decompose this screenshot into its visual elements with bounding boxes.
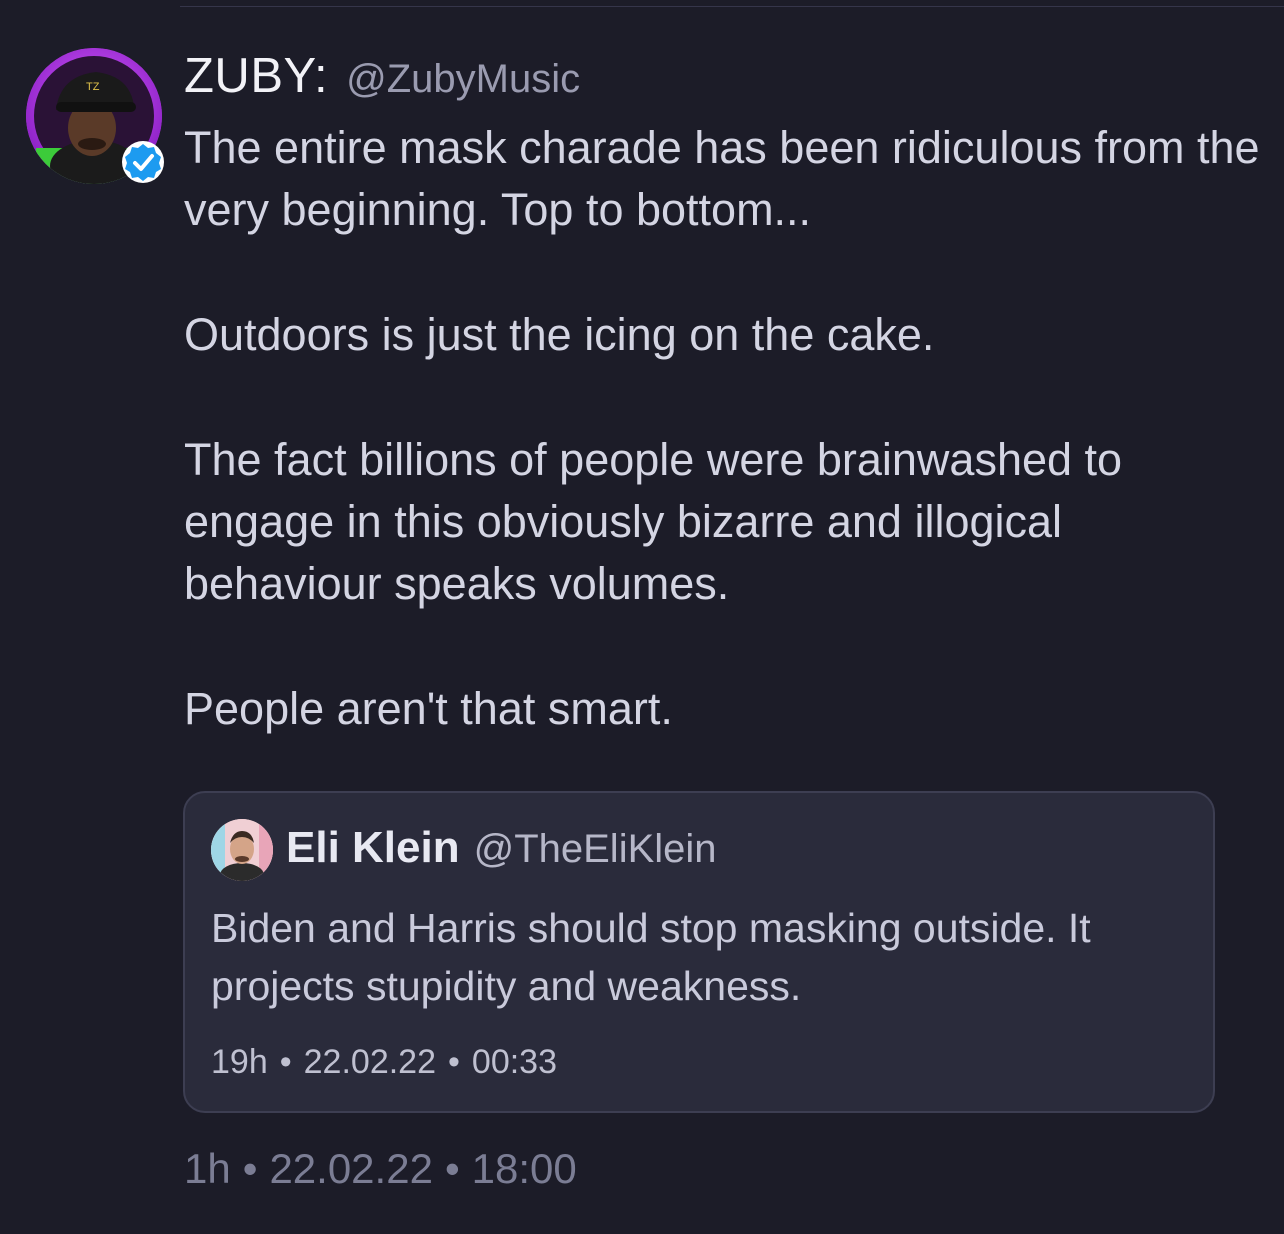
quoted-tweet-header: Eli Klein @TheEliKlein — [286, 823, 717, 879]
tweet-time: 18:00 — [471, 1145, 577, 1192]
tweet-age: 1h — [184, 1145, 231, 1192]
tweet-paragraph: Outdoors is just the icing on the cake. — [184, 309, 935, 360]
quoted-tweet-time: 00:33 — [471, 1043, 557, 1081]
tweet-body: The entire mask charade has been ridicul… — [184, 117, 1264, 740]
author-avatar-container[interactable]: TZ — [26, 48, 164, 184]
quoted-tweet-card[interactable]: Eli Klein @TheEliKlein Biden and Harris … — [183, 791, 1215, 1113]
tweet-paragraph: People aren't that smart. — [184, 683, 673, 734]
meta-separator: • — [242, 1145, 258, 1192]
quoted-author-handle[interactable]: @TheEliKlein — [474, 827, 717, 872]
tweet-paragraph: The fact billions of people were brainwa… — [184, 434, 1123, 609]
meta-separator: • — [444, 1145, 460, 1192]
top-divider — [180, 6, 1284, 7]
tweet-header: ZUBY: @ZubyMusic — [184, 48, 580, 108]
verified-badge-icon — [122, 141, 164, 183]
svg-text:TZ: TZ — [86, 81, 100, 93]
meta-separator: • — [448, 1043, 460, 1081]
quoted-author-avatar[interactable] — [211, 819, 273, 881]
author-handle[interactable]: @ZubyMusic — [346, 57, 580, 102]
tweet-paragraph: The entire mask charade has been ridicul… — [184, 122, 1260, 235]
quoted-tweet-age: 19h — [211, 1043, 268, 1081]
quoted-tweet-date: 22.02.22 — [303, 1043, 436, 1081]
quoted-tweet-text: Biden and Harris should stop masking out… — [211, 905, 1091, 1009]
tweet-date: 22.02.22 — [269, 1145, 433, 1192]
meta-separator: • — [279, 1043, 292, 1081]
quoted-tweet-meta: 19h • 22.02.22 • 00:33 — [211, 1043, 557, 1082]
author-name[interactable]: ZUBY: — [184, 48, 328, 104]
tweet-meta: 1h • 22.02.22 • 18:00 — [184, 1145, 577, 1193]
quoted-author-name[interactable]: Eli Klein — [286, 823, 460, 873]
